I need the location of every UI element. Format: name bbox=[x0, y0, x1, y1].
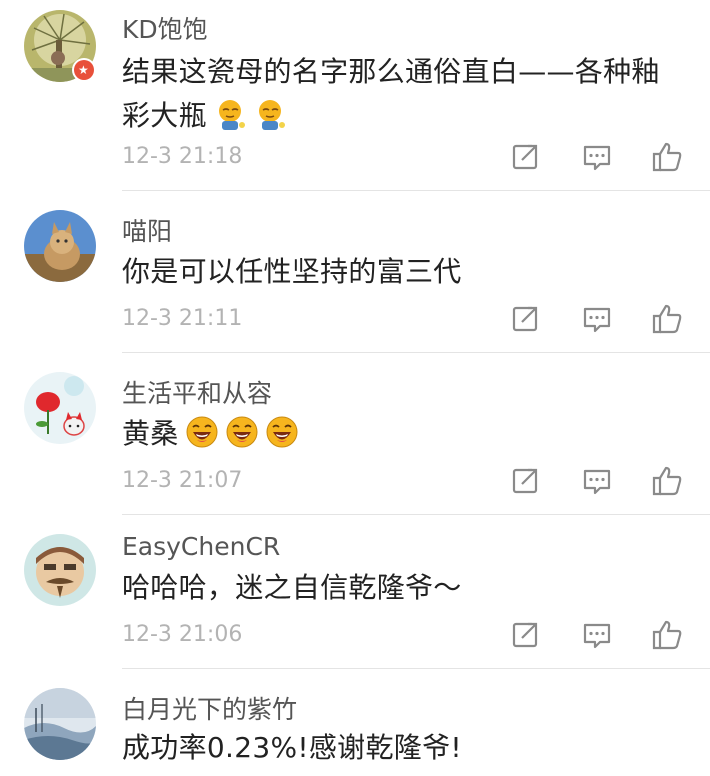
timestamp: 12-3 21:18 bbox=[122, 144, 243, 169]
timestamp: 12-3 21:11 bbox=[122, 306, 243, 331]
username[interactable]: EasyChenCR bbox=[122, 532, 280, 561]
username[interactable]: 白月光下的紫竹 bbox=[122, 690, 297, 726]
reply-button[interactable] bbox=[580, 464, 614, 498]
comment-body: 结果这瓷母的名字那么通俗直白——各种釉彩大瓶 bbox=[122, 55, 660, 132]
comment-body: 你是可以任性坚持的富三代 bbox=[122, 255, 462, 288]
reply-button[interactable] bbox=[580, 302, 614, 336]
like-icon bbox=[652, 304, 682, 334]
comment-icon bbox=[583, 469, 611, 495]
forward-icon bbox=[512, 622, 538, 648]
reply-button[interactable] bbox=[580, 618, 614, 652]
forward-button[interactable] bbox=[508, 302, 542, 336]
comment-text: 黄桑 bbox=[122, 412, 682, 456]
comment-body: 黄桑 bbox=[122, 417, 179, 450]
sleepy-emoji-icon bbox=[253, 97, 287, 131]
like-icon bbox=[652, 142, 682, 172]
divider bbox=[122, 190, 710, 191]
username[interactable]: KD饱饱 bbox=[122, 10, 208, 46]
comment-body: 成功率0.23%!感谢乾隆爷! bbox=[122, 731, 462, 764]
comment-meta: 12-3 21:11 bbox=[0, 302, 710, 342]
like-button[interactable] bbox=[650, 140, 684, 174]
comment-text: 你是可以任性坚持的富三代 bbox=[122, 250, 682, 294]
like-icon bbox=[652, 466, 682, 496]
like-button[interactable] bbox=[650, 302, 684, 336]
divider bbox=[122, 514, 710, 515]
like-button[interactable] bbox=[650, 464, 684, 498]
comment-meta: 12-3 21:07 bbox=[0, 464, 710, 504]
avatar[interactable] bbox=[24, 534, 96, 606]
vip-badge-icon bbox=[72, 58, 96, 82]
laughing-emoji-icon bbox=[185, 415, 219, 449]
divider bbox=[122, 668, 710, 669]
laughing-emoji-icon bbox=[265, 415, 299, 449]
avatar[interactable] bbox=[24, 210, 96, 282]
forward-button[interactable] bbox=[508, 618, 542, 652]
divider bbox=[122, 352, 710, 353]
sleepy-emoji-icon bbox=[213, 97, 247, 131]
forward-button[interactable] bbox=[508, 464, 542, 498]
comment-text: 结果这瓷母的名字那么通俗直白——各种釉彩大瓶 bbox=[122, 50, 682, 138]
forward-icon bbox=[512, 468, 538, 494]
comment-body: 哈哈哈，迷之自信乾隆爷～ bbox=[122, 571, 462, 604]
comment-meta: 12-3 21:06 bbox=[0, 618, 710, 658]
avatar[interactable] bbox=[24, 372, 96, 444]
comment-icon bbox=[583, 145, 611, 171]
username[interactable]: 喵阳 bbox=[122, 212, 172, 248]
avatar[interactable] bbox=[24, 688, 96, 760]
comment-meta: 12-3 21:18 bbox=[0, 140, 710, 180]
username[interactable]: 生活平和从容 bbox=[122, 374, 272, 410]
forward-icon bbox=[512, 144, 538, 170]
forward-button[interactable] bbox=[508, 140, 542, 174]
laughing-emoji-icon bbox=[225, 415, 259, 449]
like-button[interactable] bbox=[650, 618, 684, 652]
timestamp: 12-3 21:07 bbox=[122, 468, 243, 493]
comment-text: 成功率0.23%!感谢乾隆爷! bbox=[122, 726, 682, 770]
reply-button[interactable] bbox=[580, 140, 614, 174]
forward-icon bbox=[512, 306, 538, 332]
timestamp: 12-3 21:06 bbox=[122, 622, 243, 647]
like-icon bbox=[652, 620, 682, 650]
comment-text: 哈哈哈，迷之自信乾隆爷～ bbox=[122, 566, 682, 610]
comment-icon bbox=[583, 623, 611, 649]
comment-icon bbox=[583, 307, 611, 333]
